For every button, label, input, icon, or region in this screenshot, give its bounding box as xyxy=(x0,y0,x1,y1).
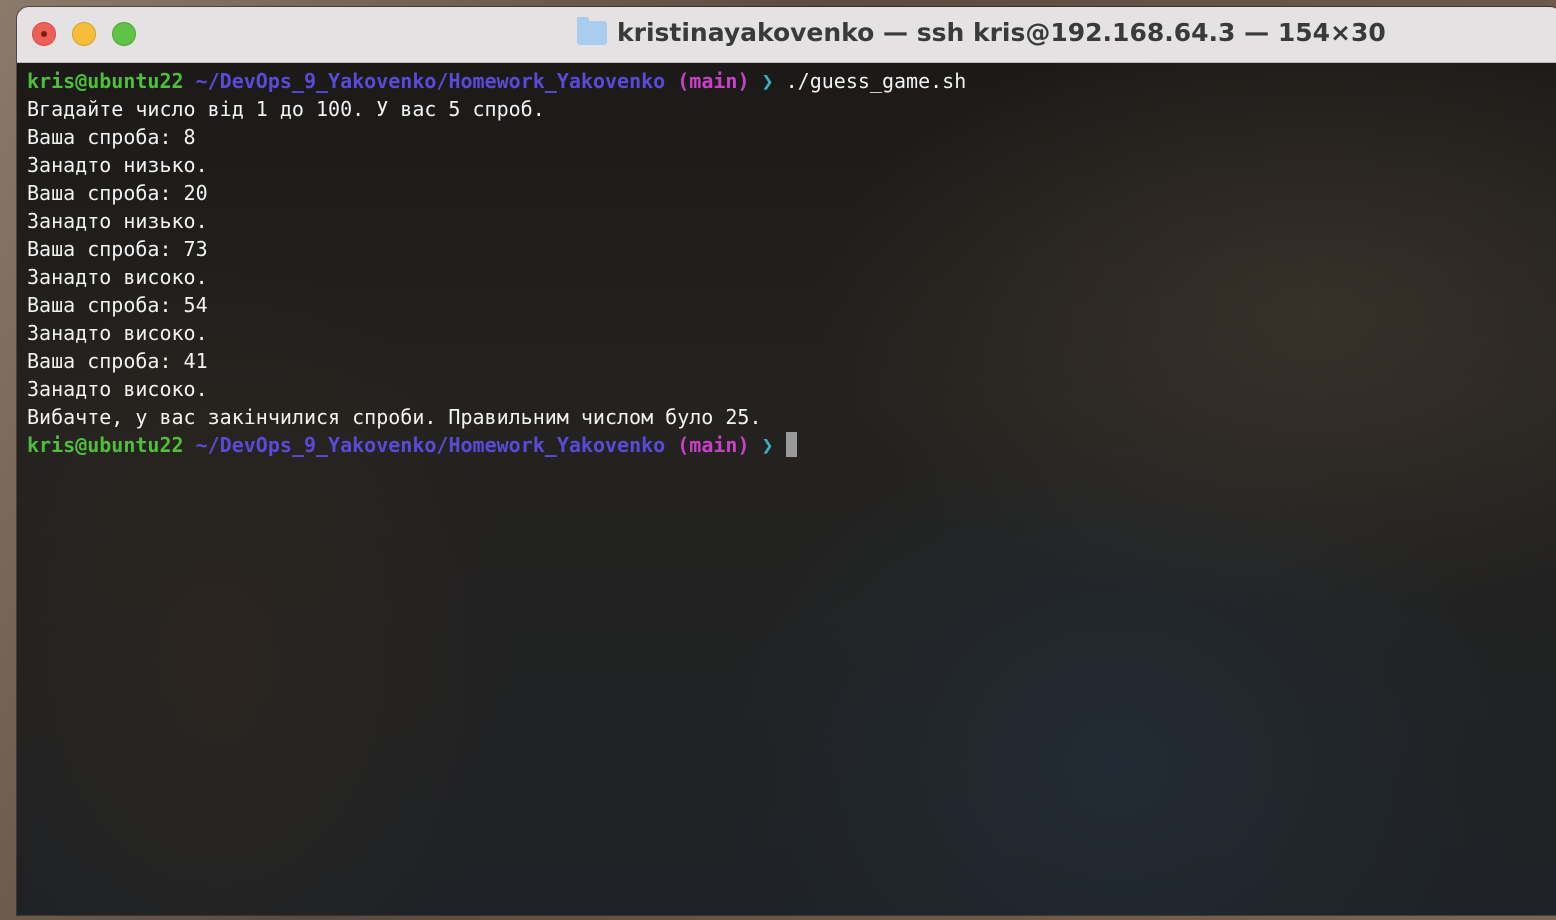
output-line: Занадто високо. xyxy=(27,321,208,345)
output-line: Занадто низько. xyxy=(27,209,208,233)
output-line: Вибачте, у вас закінчилися спроби. Прави… xyxy=(27,405,762,429)
prompt-line: kris@ubuntu22 ~/DevOps_9_Yakovenko/Homew… xyxy=(27,431,966,459)
text-cursor xyxy=(785,432,797,457)
prompt-path: ~/DevOps_9_Yakovenko/Homework_Yakovenko xyxy=(195,69,666,93)
window-title: kristinayakovenko — ssh kris@192.168.64.… xyxy=(577,16,1386,47)
prompt-line: kris@ubuntu22 ~/DevOps_9_Yakovenko/Homew… xyxy=(27,67,966,95)
output-line: Ваша спроба: 73 xyxy=(27,237,208,261)
output-line: Занадто високо. xyxy=(27,265,208,289)
prompt-path: ~/DevOps_9_Yakovenko/Homework_Yakovenko xyxy=(195,433,666,457)
prompt-user: kris@ubuntu22 xyxy=(27,69,184,93)
output-line: Вгадайте число від 1 до 100. У вас 5 спр… xyxy=(27,97,545,121)
terminal-window: kristinayakovenko — ssh kris@192.168.64.… xyxy=(17,7,1556,915)
prompt-arrow-icon: ❯ xyxy=(761,433,774,457)
command-text: ./guess_game.sh xyxy=(785,69,967,93)
folder-icon xyxy=(577,16,607,45)
zoom-button[interactable] xyxy=(112,22,136,46)
prompt-branch: (main) xyxy=(677,433,750,457)
close-button[interactable] xyxy=(32,22,56,46)
terminal-content[interactable]: kris@ubuntu22 ~/DevOps_9_Yakovenko/Homew… xyxy=(17,63,1556,915)
output-line: Ваша спроба: 54 xyxy=(27,293,208,317)
output-line: Ваша спроба: 20 xyxy=(27,181,208,205)
output-line: Занадто високо. xyxy=(27,377,208,401)
prompt-arrow-icon: ❯ xyxy=(761,69,774,93)
window-title-text: kristinayakovenko — ssh kris@192.168.64.… xyxy=(617,18,1386,47)
title-bar: kristinayakovenko — ssh kris@192.168.64.… xyxy=(17,7,1556,63)
prompt-user: kris@ubuntu22 xyxy=(27,433,184,457)
prompt-branch: (main) xyxy=(677,69,750,93)
minimize-button[interactable] xyxy=(72,22,96,46)
output-line: Ваша спроба: 8 xyxy=(27,125,196,149)
output-line: Ваша спроба: 41 xyxy=(27,349,208,373)
output-line: Занадто низько. xyxy=(27,153,208,177)
